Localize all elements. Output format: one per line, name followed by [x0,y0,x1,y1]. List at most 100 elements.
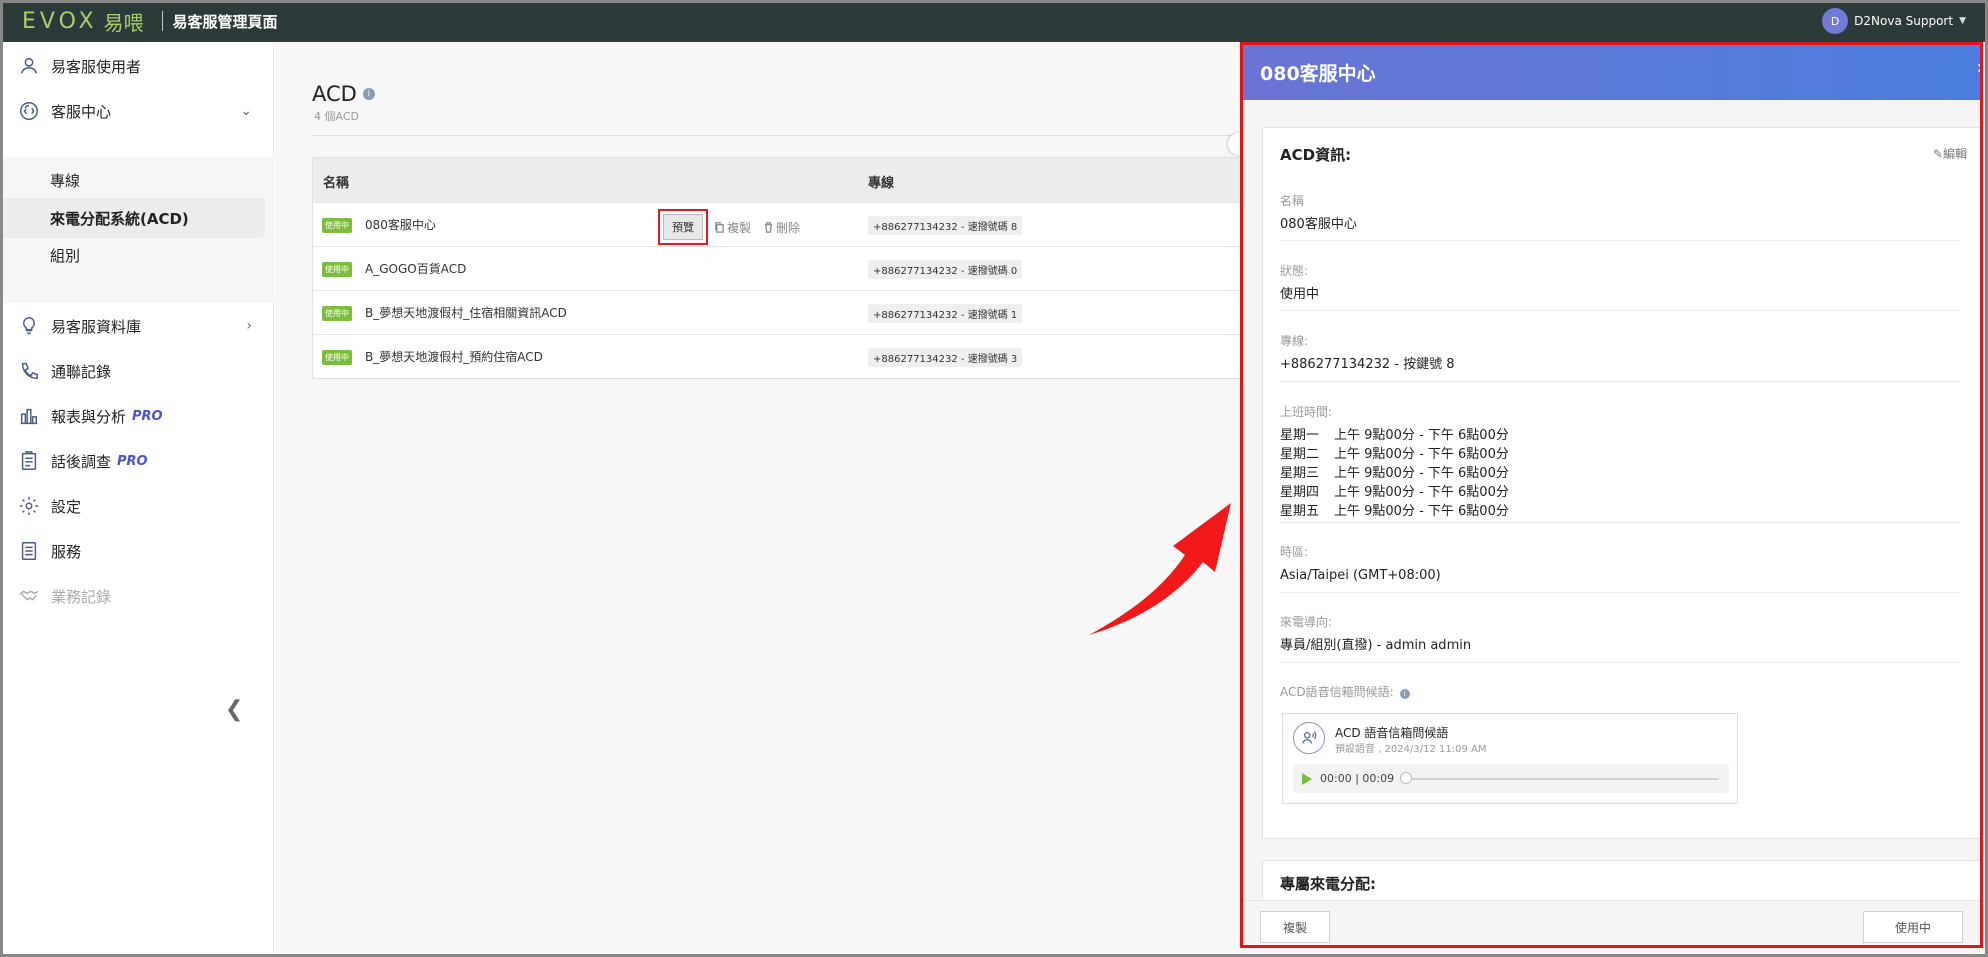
annotation-arrow [1089,503,1231,635]
row-name[interactable]: B_夢想天地渡假村_住宿相關資訊ACD [365,304,567,321]
field-timezone: 時區: Asia/Taipei (GMT+08:00) [1280,543,1960,593]
divider [312,135,1312,136]
sidebar-item-label: 設定 [51,497,82,516]
sidebar-subitem-acd[interactable]: 來電分配系統(ACD) [3,198,265,238]
sidebar-subitem-label: 專線 [50,171,81,190]
info-icon[interactable]: i [362,88,375,100]
audio-progress-knob[interactable] [1400,771,1413,784]
top-bar: EVOX 易喂 易客服管理頁面 D D2Nova Support ▼ [0,0,1988,42]
field-value: 專員/組別(直撥) - admin admin [1280,638,1472,653]
handshake-icon [17,584,41,608]
collapse-sidebar-icon[interactable]: ❮ [225,697,243,722]
sidebar-item-business[interactable]: 業務記錄 [3,572,274,620]
sidebar: 易客服使用者 客服中心 ⌄ 專線 來電分配系統(ACD) 組別 易客服資料庫 ›… [3,42,274,954]
row-line: +886277134232 - 速撥號碼 0 [868,260,1023,279]
schedule-row: 星期一 上午 9點00分 - 下午 6點00分 [1280,426,1960,445]
sidebar-item-settings[interactable]: 設定 [3,482,274,530]
evox-logo[interactable]: EVOX 易喂 [22,0,144,42]
acd-count: 4 個ACD [314,110,359,123]
status-badge: 使用中 [322,262,352,277]
headset-icon [17,99,41,123]
copy-button[interactable]: 複製 [714,219,751,236]
preview-button[interactable]: 預覽 [663,214,703,240]
copy-label: 複製 [727,220,752,235]
panel-header: 080客服中心 ✕ [1243,45,1980,100]
schedule-row: 星期二 上午 9點00分 - 下午 6點00分 [1280,445,1960,464]
row-line: +886277134232 - 速撥號碼 3 [868,348,1023,367]
column-header-name: 名稱 [323,176,350,191]
acd-table: 名稱 專線 使用中 080客服中心 預覽 複製 刪除 +886277134232… [312,157,1312,379]
copy-acd-button[interactable]: 複製 [1260,911,1330,943]
audio-progress-track[interactable] [1400,771,1719,784]
chevron-right-icon: › [246,318,252,334]
schedule-time: 上午 9點00分 - 下午 6點00分 [1334,504,1509,519]
field-label: 名稱 [1280,194,1305,208]
sidebar-subitem-line[interactable]: 專線 [3,160,274,200]
sidebar-item-database[interactable]: 易客服資料庫 › [3,302,274,350]
schedule-list: 星期一 上午 9點00分 - 下午 6點00分 星期二 上午 9點00分 - 下午 … [1280,426,1960,521]
sidebar-item-callcenter[interactable]: 客服中心 ⌄ [3,87,274,135]
field-label: 來電導向: [1280,615,1333,629]
row-name[interactable]: B_夢想天地渡假村_預約住宿ACD [365,348,543,365]
delete-button[interactable]: 刪除 [763,219,800,236]
table-row[interactable]: 使用中 B_夢想天地渡假村_預約住宿ACD +886277134232 - 速撥… [313,334,1311,378]
greeting-label: ACD語音信箱問候語: [1280,685,1394,699]
field-routing: 來電導向: 專員/組別(直撥) - admin admin [1280,613,1960,663]
sidebar-item-label: 業務記錄 [51,587,112,606]
logo-text: EVOX [22,8,98,34]
service-list-icon [17,539,41,563]
field-name: 名稱 080客服中心 [1280,192,1960,241]
avatar: D [1822,8,1849,34]
row-name[interactable]: A_GOGO百貨ACD [365,260,466,277]
status-badge: 使用中 [322,218,352,233]
field-label: 時區: [1280,545,1309,559]
sidebar-subitem-label: 組別 [50,246,81,265]
pro-badge: PRO [117,453,148,469]
schedule-time: 上午 9點00分 - 下午 6點00分 [1334,485,1509,500]
pro-badge: PRO [132,408,163,424]
survey-icon [17,449,41,473]
user-name: D2Nova Support [1854,14,1954,28]
close-icon[interactable]: ✕ [1976,61,1980,77]
sidebar-item-service[interactable]: 服務 [3,527,274,575]
row-name[interactable]: 080客服中心 [365,216,436,233]
audio-time: 00:00 | 00:09 [1320,772,1395,785]
status-badge: 使用中 [322,350,352,365]
audio-player: 00:00 | 00:09 [1293,764,1729,793]
schedule-row: 星期五 上午 9點00分 - 下午 6點00分 [1280,502,1960,521]
panel-body: ACD資訊: ✎編輯 名稱 080客服中心 狀態: 使用中 專線: +88627… [1243,100,1980,920]
sidebar-item-users[interactable]: 易客服使用者 [3,42,274,90]
schedule-day: 星期五 [1280,504,1320,519]
sidebar-item-reports[interactable]: 報表與分析 PRO [3,392,274,440]
callcenter-submenu: 專線 來電分配系統(ACD) 組別 [3,157,274,303]
sidebar-item-label: 易客服資料庫 [51,317,142,336]
field-hours: 上班時間: 星期一 上午 9點00分 - 下午 6點00分 星期二 上午 9點00分… [1280,403,1960,523]
sidebar-item-calllog[interactable]: 通聯記錄 [3,347,274,395]
audio-title: ACD 語音信箱問候語 [1335,726,1449,740]
info-icon[interactable]: i [1399,689,1410,699]
row-line: +886277134232 - 速撥號碼 8 [868,216,1023,235]
edit-button[interactable]: ✎編輯 [1933,145,1967,162]
sidebar-item-label: 服務 [51,542,82,561]
user-icon [17,54,41,78]
sidebar-item-label: 話後調查 [51,452,112,471]
sidebar-subitem-group[interactable]: 組別 [3,235,274,275]
bar-chart-icon [17,404,41,428]
table-row[interactable]: 使用中 080客服中心 預覽 複製 刪除 +886277134232 - 速撥號… [313,202,1311,246]
gear-icon [17,494,41,518]
acd-detail-panel: 080客服中心 ✕ ACD資訊: ✎編輯 名稱 080客服中心 狀態: 使用中 … [1240,42,1983,948]
chevron-down-icon: ▼ [1959,16,1966,26]
play-icon[interactable] [1302,772,1312,785]
table-row[interactable]: 使用中 B_夢想天地渡假村_住宿相關資訊ACD +886277134232 - … [313,290,1311,334]
row-line: +886277134232 - 速撥號碼 1 [868,304,1023,323]
panel-footer: 複製 使用中 [1243,900,1980,945]
field-label: ACD語音信箱問候語: i [1280,683,1960,700]
status-toggle-button[interactable]: 使用中 [1863,911,1963,943]
chevron-down-icon: ⌄ [240,103,252,119]
user-menu[interactable]: D D2Nova Support ▼ [1822,0,1966,42]
sidebar-item-survey[interactable]: 話後調查 PRO [3,437,274,485]
schedule-day: 星期四 [1280,485,1320,500]
field-value: Asia/Taipei (GMT+08:00) [1280,568,1441,583]
sidebar-item-label: 易客服使用者 [51,57,142,76]
table-row[interactable]: 使用中 A_GOGO百貨ACD +886277134232 - 速撥號碼 0 [313,246,1311,290]
